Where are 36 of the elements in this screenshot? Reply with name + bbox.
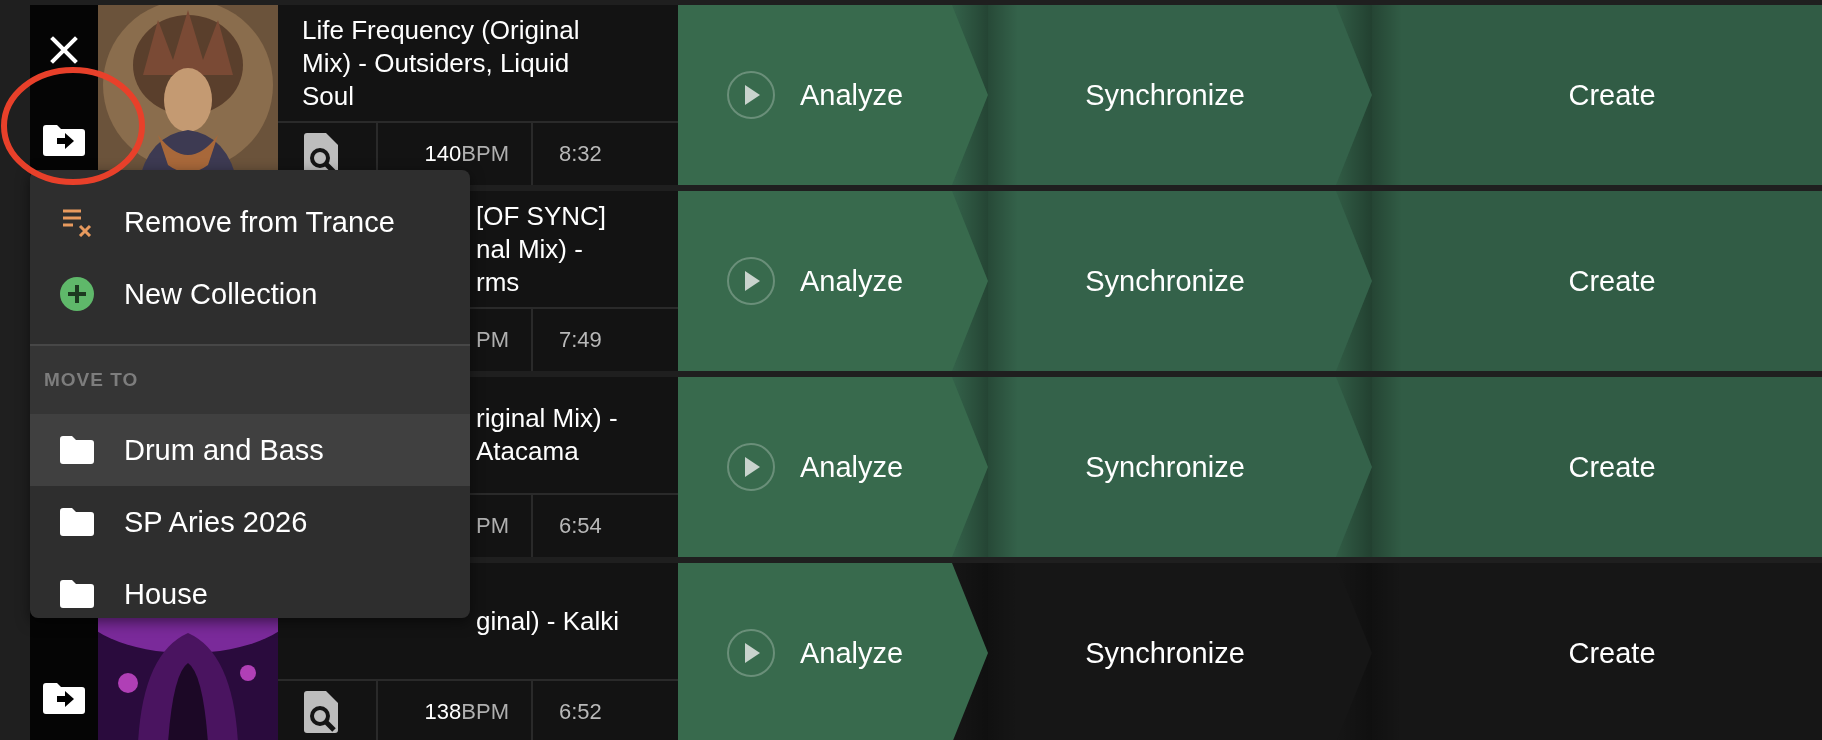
workflow-step[interactable]: Synchronize: [988, 377, 1372, 557]
track-duration: 7:49: [558, 326, 603, 354]
folder-arrow-icon[interactable]: [43, 124, 85, 156]
workflow-step[interactable]: Analyze: [678, 563, 988, 740]
play-icon[interactable]: [726, 442, 776, 492]
menu-item[interactable]: Drum and Bass: [30, 414, 470, 486]
workflow-step[interactable]: Analyze: [678, 377, 988, 557]
workflow-step[interactable]: Create: [1372, 191, 1822, 371]
close-icon[interactable]: [50, 36, 78, 64]
workflow-step[interactable]: Create: [1372, 377, 1822, 557]
track-duration: 6:54: [558, 512, 603, 540]
workflow-step[interactable]: Analyze: [678, 191, 988, 371]
folder-icon: [60, 580, 94, 608]
list-remove-icon: [60, 207, 94, 237]
play-icon[interactable]: [726, 256, 776, 306]
workflow-step[interactable]: Synchronize: [988, 191, 1372, 371]
add-icon: [60, 277, 94, 311]
workflow-step[interactable]: Create: [1372, 5, 1822, 185]
folder-icon: [60, 436, 94, 464]
workflow-step[interactable]: Analyze: [678, 5, 988, 185]
track-duration: 8:32: [558, 140, 603, 168]
menu-item[interactable]: House: [30, 558, 470, 618]
folder-arrow-icon[interactable]: [43, 682, 85, 714]
folder-icon: [60, 508, 94, 536]
bpm-value: 138BPM: [378, 681, 533, 740]
play-icon[interactable]: [726, 628, 776, 678]
track-title: riginal Mix) - Atacama: [476, 402, 618, 468]
track-title: ginal) - Kalki: [476, 604, 620, 638]
workflow-step[interactable]: Synchronize: [988, 5, 1372, 185]
play-icon[interactable]: [726, 70, 776, 120]
section-header: MOVE TO: [30, 346, 470, 414]
menu-item[interactable]: Remove from Trance: [30, 186, 470, 258]
document-search-icon[interactable]: [304, 691, 338, 733]
track-title: [OF SYNC] nal Mix) - rms: [476, 199, 606, 299]
track-title: Life Frequency (Original Mix) - Outsiders, Liquid Soul: [302, 13, 580, 113]
track-duration: 6:52: [558, 698, 603, 726]
